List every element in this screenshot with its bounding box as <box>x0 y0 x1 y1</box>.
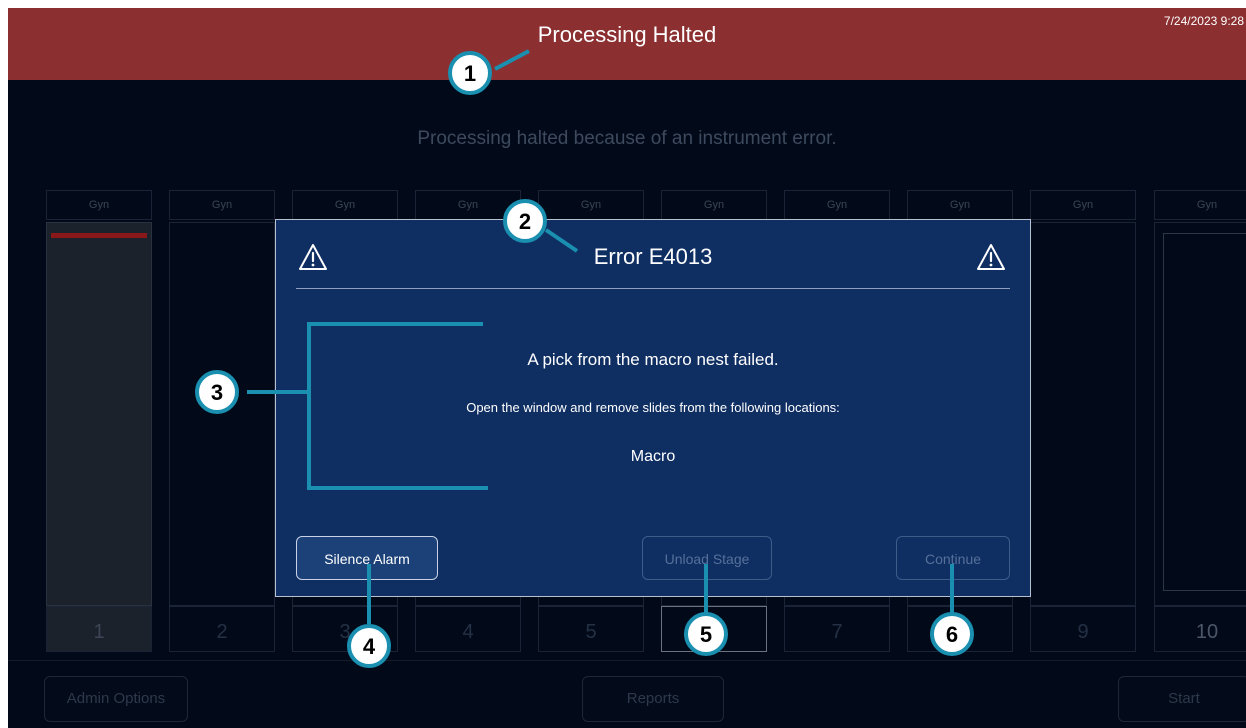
bay-1[interactable]: Gyn 1 <box>46 190 152 652</box>
bay-number: 5 <box>538 606 644 652</box>
bay-10[interactable]: Gyn 10 <box>1154 190 1246 652</box>
start-button[interactable]: Start <box>1118 676 1246 722</box>
slide-rack-frame <box>1163 233 1246 591</box>
bay-label: Gyn <box>661 190 767 220</box>
continue-button[interactable]: Continue <box>896 536 1010 580</box>
instrument-screen: Processing Halted 7/24/2023 9:28 Process… <box>8 8 1246 728</box>
error-message: A pick from the macro nest failed. <box>527 350 779 369</box>
error-indicator-bar <box>51 233 147 238</box>
bay-label: Gyn <box>415 190 521 220</box>
header-title: Processing Halted <box>537 22 717 47</box>
bay-number: 7 <box>784 606 890 652</box>
bay-body <box>1030 222 1136 606</box>
bay-label: Gyn <box>784 190 890 220</box>
dialog-divider <box>296 288 1010 289</box>
bay-number: 2 <box>169 606 275 652</box>
error-dialog: Error E4013 A pick from the macro nest f… <box>275 219 1031 597</box>
bay-label: Gyn <box>292 190 398 220</box>
bay-label: Gyn <box>46 190 152 220</box>
bay-number: 10 <box>1154 606 1246 652</box>
bay-body <box>46 222 152 606</box>
bay-label: Gyn <box>169 190 275 220</box>
bay-label: Gyn <box>538 190 644 220</box>
bay-label: Gyn <box>1154 190 1246 220</box>
warning-triangle-icon <box>977 244 1005 270</box>
status-header: Processing Halted 7/24/2023 9:28 <box>8 8 1246 80</box>
bay-9[interactable]: Gyn 9 <box>1030 190 1136 652</box>
bay-number: 3 <box>292 606 398 652</box>
bay-label: Gyn <box>907 190 1013 220</box>
unload-stage-button[interactable]: Unload Stage <box>642 536 772 580</box>
bay-label: Gyn <box>1030 190 1136 220</box>
admin-options-button[interactable]: Admin Options <box>44 676 188 722</box>
bay-number: 6 <box>661 606 767 652</box>
error-location: Macro <box>630 448 676 465</box>
bay-number: 8 <box>907 606 1013 652</box>
bay-number: 1 <box>46 606 152 652</box>
halt-status-message: Processing halted because of an instrume… <box>417 128 837 149</box>
silence-alarm-button[interactable]: Silence Alarm <box>296 536 438 580</box>
bottom-divider <box>8 660 1246 661</box>
bay-body <box>1154 222 1246 606</box>
bay-number: 9 <box>1030 606 1136 652</box>
dialog-title: Error E4013 <box>593 244 713 269</box>
bay-number: 4 <box>415 606 521 652</box>
header-datetime: 7/24/2023 9:28 <box>1163 14 1244 28</box>
bay-body <box>169 222 275 606</box>
reports-button[interactable]: Reports <box>582 676 724 722</box>
error-instruction: Open the window and remove slides from t… <box>466 400 840 415</box>
bay-2[interactable]: Gyn 2 <box>169 190 275 652</box>
